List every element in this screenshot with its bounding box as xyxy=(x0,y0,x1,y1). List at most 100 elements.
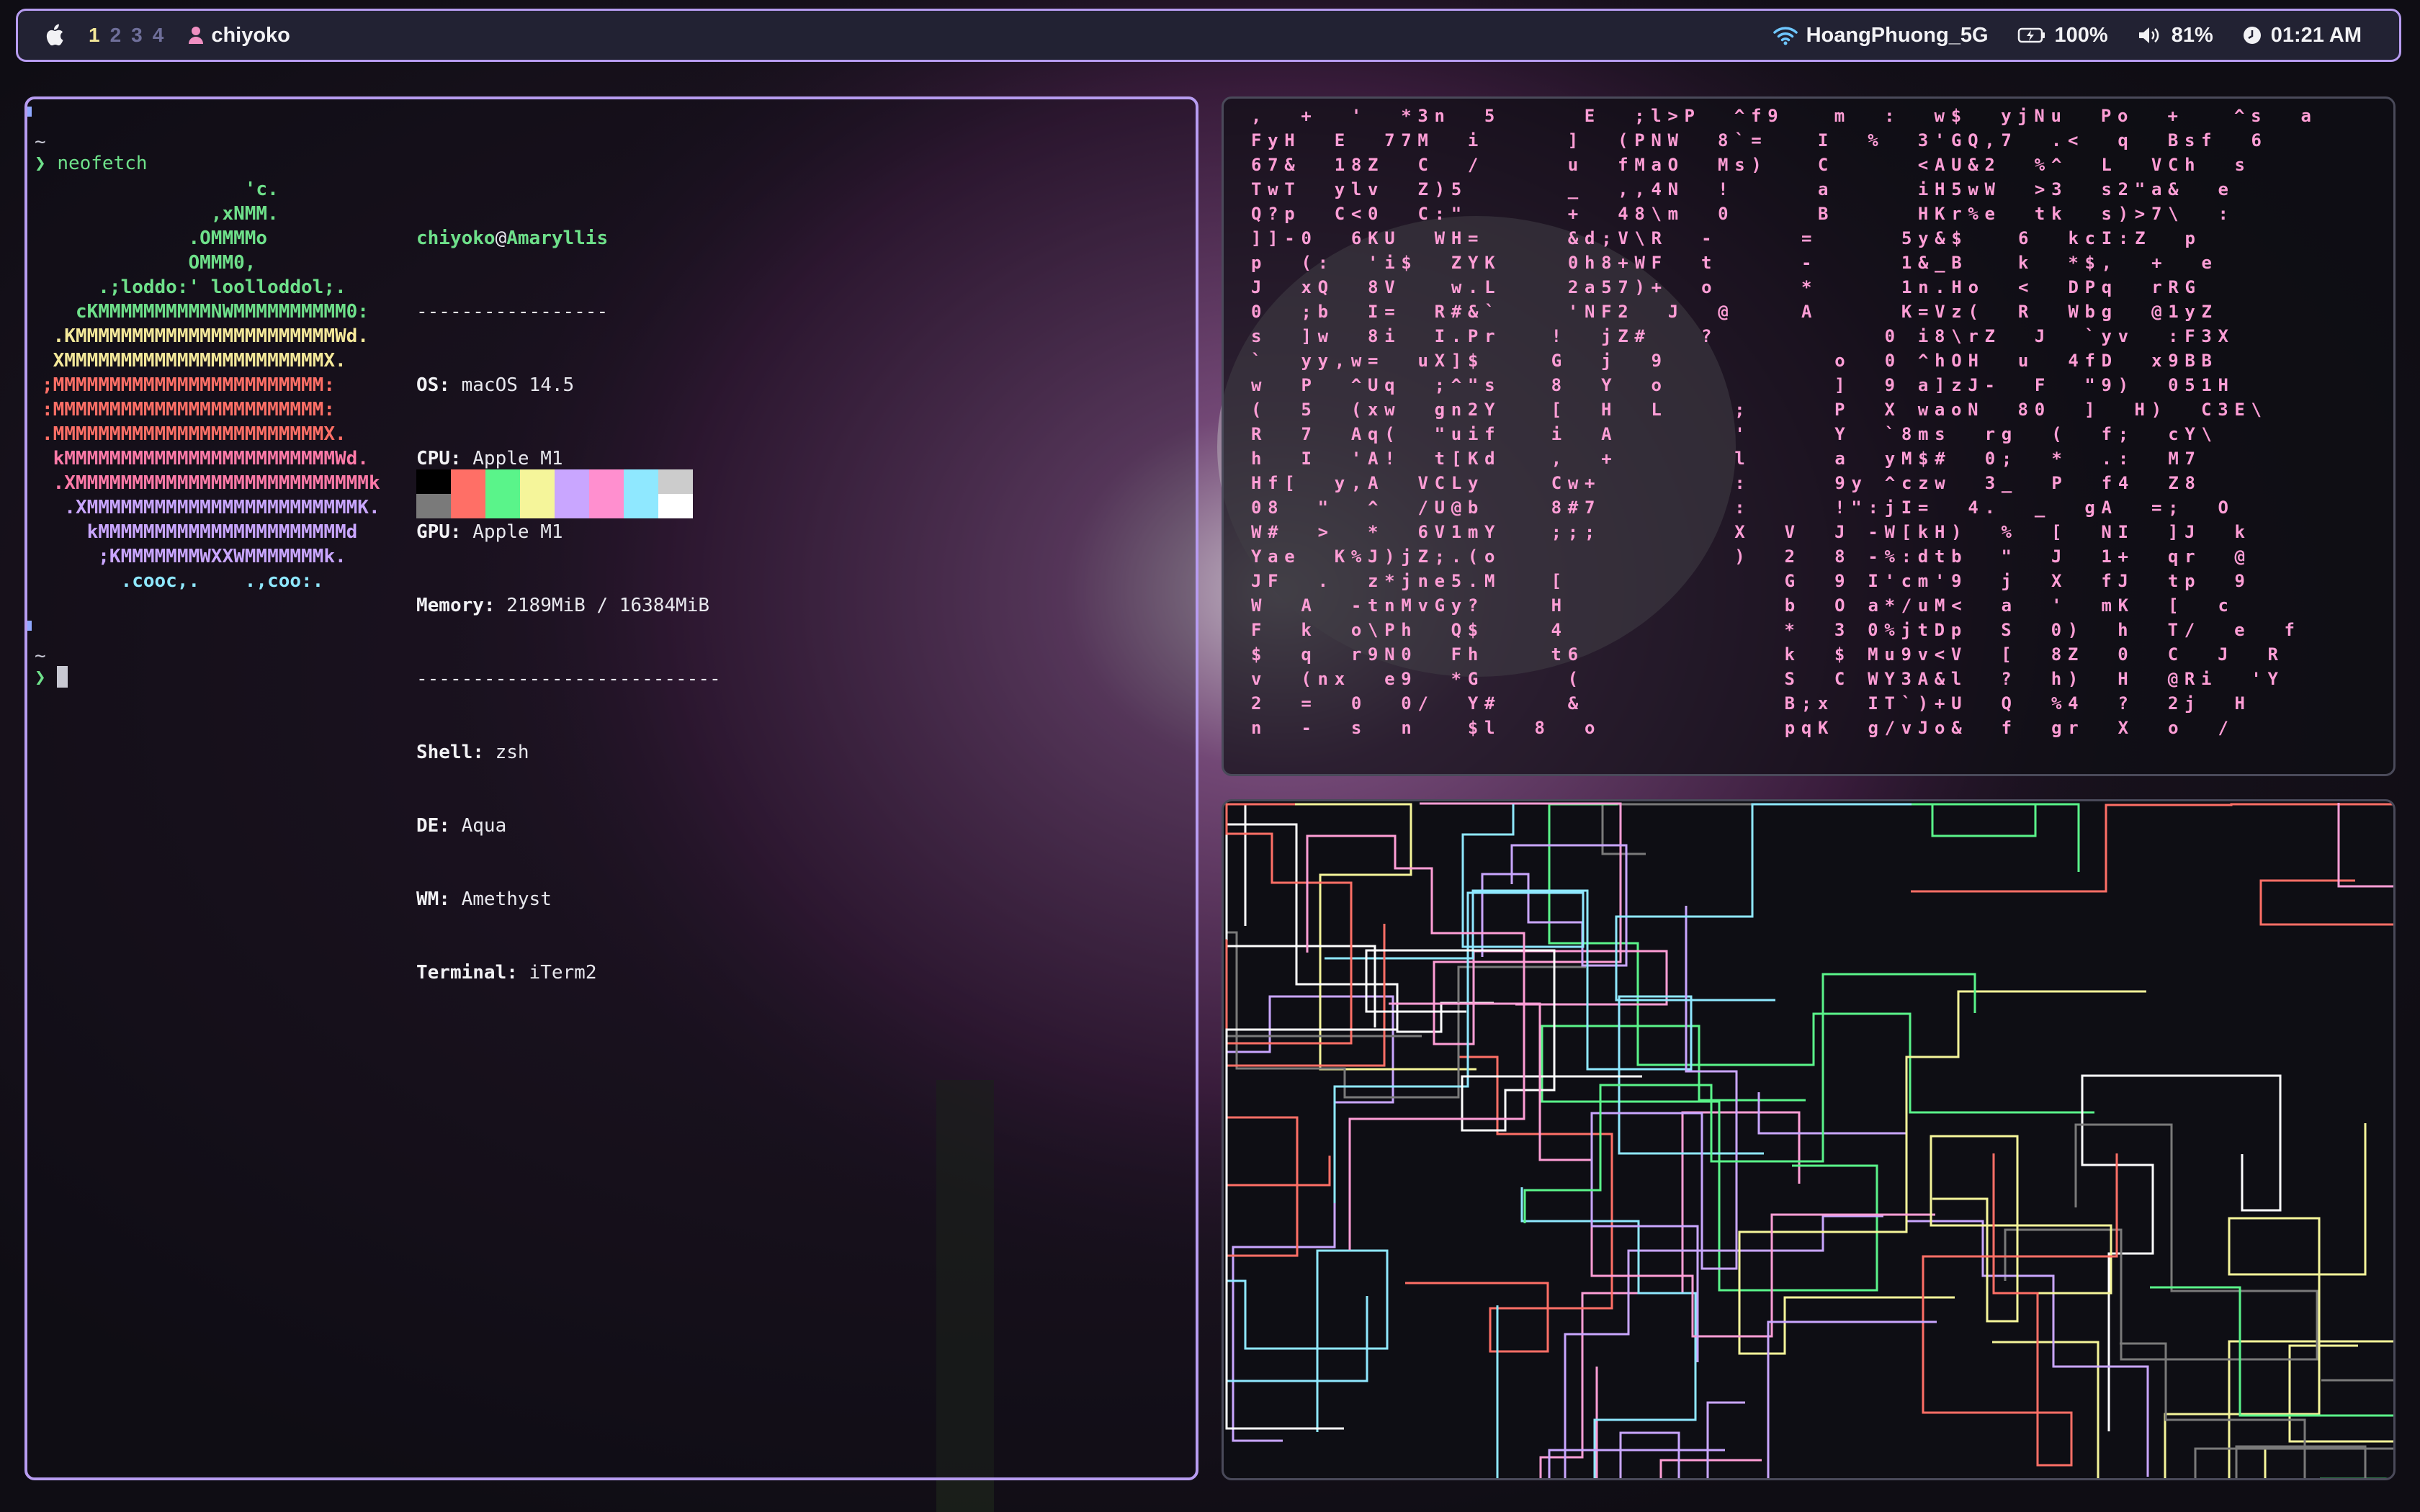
ascii-logo-line: cKMMMMMMMMMMNWMMMMMMMMMM0: xyxy=(42,301,369,323)
matrix-row: W A -tnMvGy? H b O a*/uM< a ' mK [ c xyxy=(1251,595,2228,616)
pipe-line xyxy=(1225,931,1586,1099)
matrix-row: TwT ylv Z)5 _ ,,4N ! a iH5wW >3 s2"a& e xyxy=(1251,179,2228,199)
info-os: OS: macOS 14.5 xyxy=(416,374,575,396)
palette-swatch xyxy=(589,494,624,518)
info-wm: WM: Amethyst xyxy=(416,888,552,910)
matrix-rain: , + ' *3n 5 E ;l>P ^f9 m : w$ yjNu Po + … xyxy=(1251,106,2311,738)
pipe-line xyxy=(1389,1002,1935,1338)
workspace-4[interactable]: 4 xyxy=(153,24,164,47)
matrix-row: p (: 'i$ ZYK 0h8+WF t - 1&_B k *$, + e xyxy=(1251,253,2212,273)
matrix-row: 2 = 0 0/ Y# & B;x IT`)+U Q %4 ? 2j H xyxy=(1251,693,2245,714)
terminal-window-matrix[interactable]: , + ' *3n 5 E ;l>P ^f9 m : w$ yjNu Po + … xyxy=(1222,96,2396,776)
matrix-row: n - s n $l 8 o pqK g/vJo& f gr X o / xyxy=(1251,718,2228,738)
palette-swatch xyxy=(658,494,693,518)
ascii-logo-line: .;loddo:' loolloddol;. xyxy=(42,276,346,298)
palette-swatch xyxy=(555,469,589,494)
palette-swatch xyxy=(624,494,658,518)
prompt-line[interactable]: ❯ xyxy=(35,665,68,690)
pipes-animation xyxy=(1225,802,2393,1478)
pipe-line xyxy=(1757,1092,2149,1477)
terminal-window-pipes[interactable] xyxy=(1222,799,2396,1480)
matrix-row: 67& 18Z C / u fMaO Ms) C <AU&2 %^ L VCh … xyxy=(1251,155,2245,175)
workspace-1[interactable]: 1 xyxy=(89,24,100,47)
ascii-logo-line: :MMMMMMMMMMMMMMMMMMMMMMMM: xyxy=(42,399,335,420)
pipe-line xyxy=(1420,802,1668,1045)
volume-status[interactable]: 81% xyxy=(2137,24,2213,48)
ascii-logo-line: kMMMMMMMMMMMMMMMMMMMMMMMMWd. xyxy=(42,448,369,469)
text-cursor xyxy=(57,666,68,688)
command-text: neofetch xyxy=(57,153,148,174)
wifi-name: HoangPhuong_5G xyxy=(1806,23,1989,47)
matrix-row: 0 ;b I= R#&` 'NF2 J @ A K=Vz( R Wbg @1yZ xyxy=(1251,302,2212,322)
apple-ascii-logo: 'c. ,xNMM. .OMMMMo OMMM0, .;loddo:' lool… xyxy=(42,177,380,593)
ascii-logo-line: kMMMMMMMMMMMMMMMMMMMMMMd xyxy=(42,521,358,543)
matrix-row: FyH E 77M i ] (PNW 8`= I % 3'GQ,7 .< q B… xyxy=(1251,130,2262,150)
mark-icon xyxy=(27,107,32,117)
pipe-line xyxy=(1225,924,1386,1257)
prompt-symbol: ❯ xyxy=(35,153,46,174)
ascii-logo-line: .XMMMMMMMMMMMMMMMMMMMMMMMMK. xyxy=(42,497,380,518)
clock[interactable]: 01:21 AM xyxy=(2242,24,2362,48)
pipe-line xyxy=(2120,1342,2367,1478)
separator-short: ----------------- xyxy=(416,301,609,323)
battery-percent: 100% xyxy=(2054,23,2108,47)
ascii-logo-line: .OMMMMo xyxy=(42,228,268,249)
volume-percent: 81% xyxy=(2171,23,2213,47)
pipe-line xyxy=(2194,1379,2393,1478)
info-cpu: CPU: Apple M1 xyxy=(416,448,563,469)
info-memory: Memory: 2189MiB / 16384MiB xyxy=(416,595,709,616)
matrix-row: ]]-0 6KU WH= &d;V\R - = 5y&$ 6 kcI:Z p xyxy=(1251,228,2195,248)
pipe-line xyxy=(1225,803,1376,1027)
pipe-line xyxy=(1659,1459,1762,1478)
separator-long: --------------------------- xyxy=(416,668,721,690)
ascii-logo-line: ;KMMMMMMMWXXWMMMMMMMk. xyxy=(42,546,346,567)
matrix-row: JF . z*jne5.M [ G 9 I'cm'9 j X fJ tp 9 xyxy=(1251,571,2245,591)
apple-logo-icon[interactable] xyxy=(44,24,64,47)
pipe-line xyxy=(1225,1249,1389,1432)
info-terminal: Terminal: iTerm2 xyxy=(416,962,597,984)
matrix-row: Q?p C<0 C:" + 48\m 0 B HKr%e tk s)>7\ : xyxy=(1251,204,2228,224)
matrix-row: w P ^Uq ;^"s 8 Y o ] 9 a]zJ- F "9) 051H xyxy=(1251,375,2228,395)
workspace-3[interactable]: 3 xyxy=(131,24,143,47)
pipe-line xyxy=(1548,1320,1937,1478)
wifi-status[interactable]: HoangPhuong_5G xyxy=(1773,24,1989,48)
pipe-line xyxy=(2004,1123,2318,1361)
matrix-row: v (nx e9 *G ( S C WY3A&l ? h) H @Ri 'Y xyxy=(1251,669,2279,689)
matrix-row: W# > * 6V1mY ;;; X V J -W[kH) % [ NI ]J … xyxy=(1251,522,2246,542)
palette-swatch xyxy=(485,469,520,494)
palette-swatch xyxy=(485,494,520,518)
matrix-row: 08 " ^ /U@b 8#7 : !":jI= 4. _ gA =; O xyxy=(1251,498,2228,518)
pipe-line xyxy=(1827,803,2080,872)
prompt-symbol: ❯ xyxy=(35,667,46,688)
system-info: chiyoko@Amaryllis ----------------- OS: … xyxy=(416,177,721,1034)
palette-swatch xyxy=(624,469,658,494)
palette-swatch xyxy=(416,469,451,494)
ascii-logo-line: XMMMMMMMMMMMMMMMMMMMMMMMX. xyxy=(42,350,346,372)
pipe-line xyxy=(2337,803,2393,888)
ascii-logo-line: 'c. xyxy=(42,179,279,200)
menu-bar: 1 2 3 4 chiyoko HoangPhuong_5G 100% 81% … xyxy=(16,9,2401,62)
mark-icon xyxy=(27,621,32,631)
wifi-icon xyxy=(1773,27,1798,45)
pipe-line xyxy=(1225,1028,1397,1430)
info-gpu: GPU: Apple M1 xyxy=(416,521,563,543)
pipe-line xyxy=(1225,823,1494,1033)
terminal-window-neofetch[interactable]: ~ ❯ neofetch 'c. ,xNMM. .OMMMMo OMMM0, .… xyxy=(24,96,1198,1480)
workspace-2[interactable]: 2 xyxy=(110,24,122,47)
palette-swatch xyxy=(658,469,693,494)
user-name: chiyoko xyxy=(211,23,290,47)
pipe-line xyxy=(1615,803,1912,1002)
pipe-line xyxy=(1911,803,2393,926)
battery-status[interactable]: 100% xyxy=(2017,24,2108,48)
clock-time: 01:21 AM xyxy=(2270,23,2362,47)
pipe-line xyxy=(1738,990,2146,1355)
ascii-logo-line: .KMMMMMMMMMMMMMMMMMMMMMMMWd. xyxy=(42,325,369,347)
battery-charging-icon xyxy=(2017,27,2045,43)
matrix-row: F k o\Ph Q$ 4 * 3 0%jtDp S 0) h T/ e f xyxy=(1251,620,2295,640)
ascii-logo-line: ,xNMM. xyxy=(42,203,279,225)
info-de: DE: Aqua xyxy=(416,815,507,837)
ascii-logo-line: ;MMMMMMMMMMMMMMMMMMMMMMMM: xyxy=(42,374,335,396)
matrix-row: h I 'A! t[Kd , + l a yM$# 0; * .: M7 xyxy=(1251,449,2195,469)
cwd-line-2: ~ xyxy=(35,645,46,667)
matrix-row: Yae K%J)jZ;.(o ) 2 8 -%:dtb " J 1+ qr @ xyxy=(1251,546,2245,567)
